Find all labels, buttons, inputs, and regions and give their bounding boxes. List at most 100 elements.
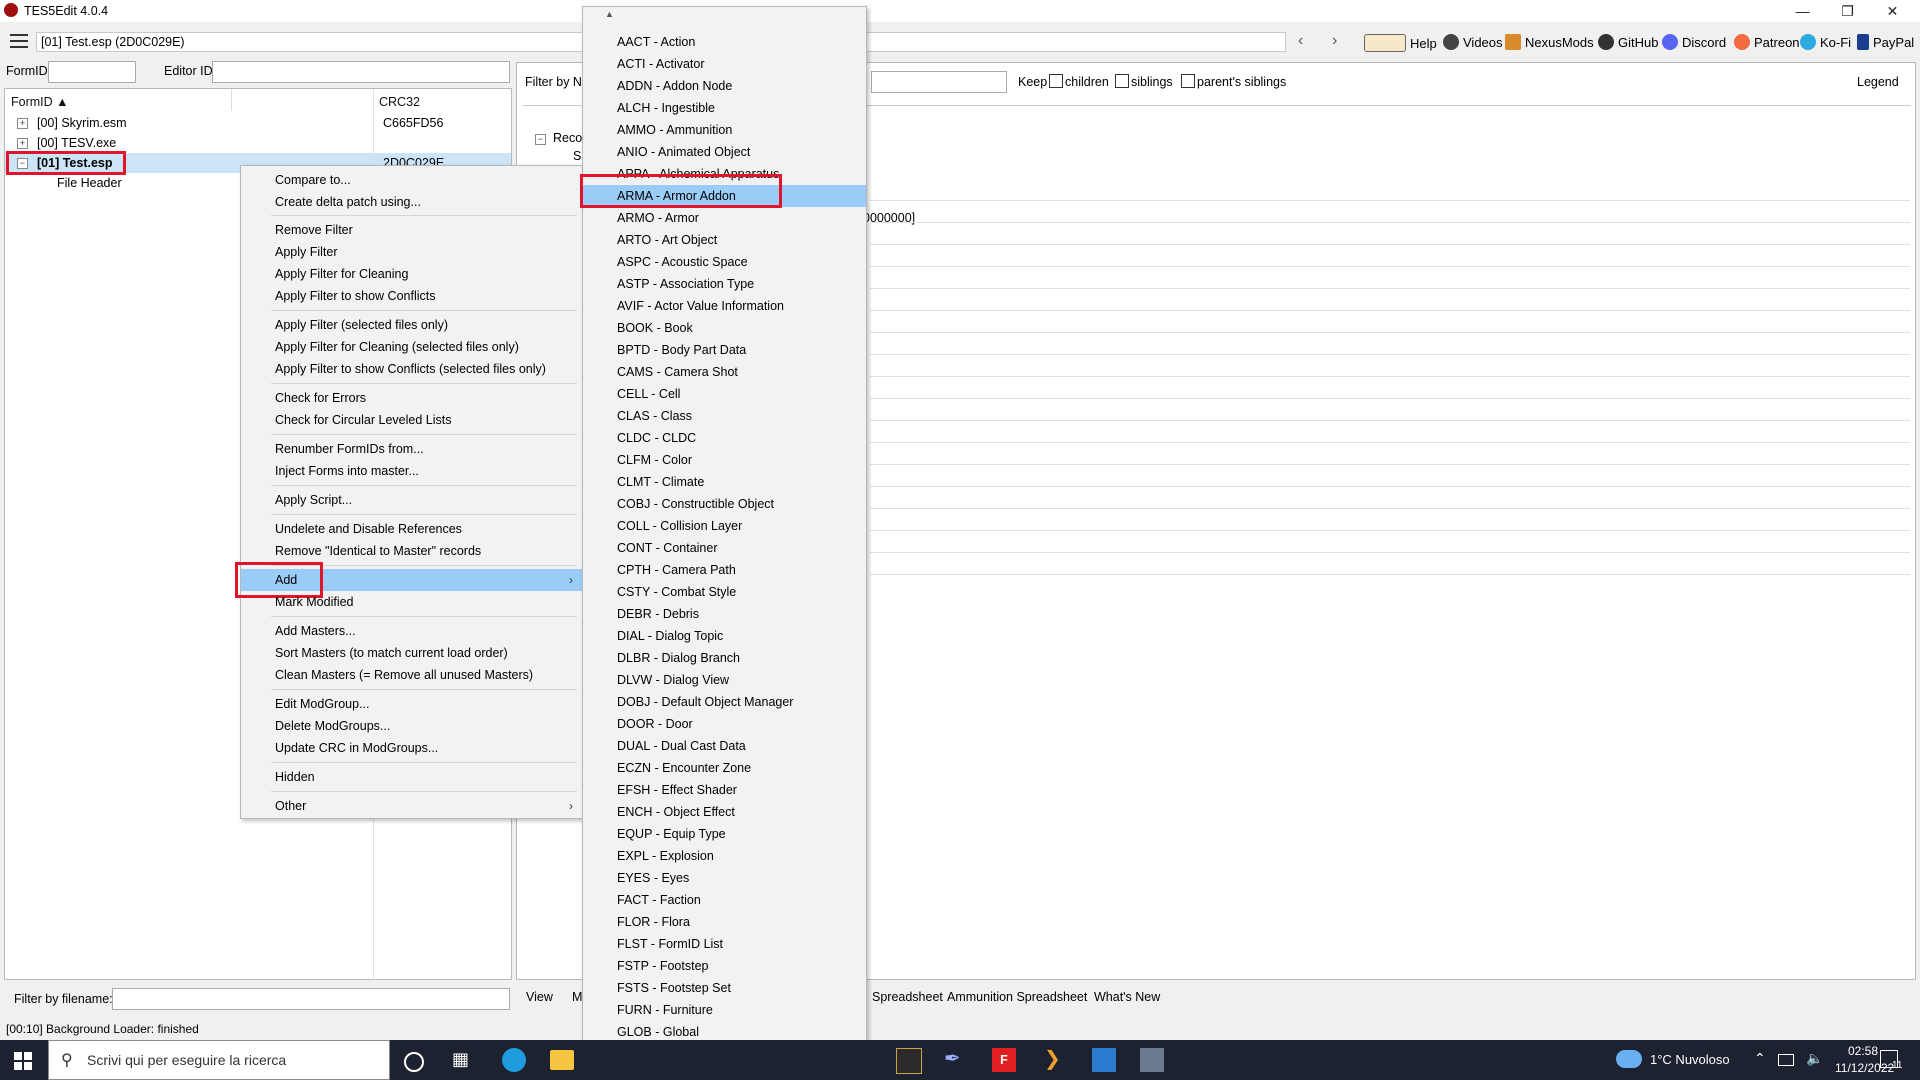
submenu-item[interactable]: DUAL - Dual Cast Data [583, 735, 866, 757]
network-icon[interactable] [1778, 1054, 1794, 1066]
submenu-item[interactable]: DEBR - Debris [583, 603, 866, 625]
submenu-item[interactable]: CLMT - Climate [583, 471, 866, 493]
tab-view[interactable]: View [526, 990, 553, 1004]
submenu-item[interactable]: CLFM - Color [583, 449, 866, 471]
submenu-item[interactable]: CLDC - CLDC [583, 427, 866, 449]
submenu-item[interactable]: ARMO - Armor [583, 207, 866, 229]
menu-item-hidden[interactable]: Hidden [241, 766, 583, 788]
close-button[interactable]: ✕ [1870, 0, 1915, 22]
tree-item[interactable]: File Header [57, 176, 122, 190]
siblings-checkbox[interactable] [1115, 74, 1129, 88]
kofi-link[interactable]: Ko-Fi [1800, 34, 1851, 50]
submenu-item[interactable]: EQUP - Equip Type [583, 823, 866, 845]
app-icon-1[interactable] [896, 1048, 922, 1074]
menu-item-undelete[interactable]: Undelete and Disable References [241, 518, 583, 540]
submenu-item[interactable]: DIAL - Dialog Topic [583, 625, 866, 647]
submenu-item[interactable]: AMMO - Ammunition [583, 119, 866, 141]
submenu-item[interactable]: DOOR - Door [583, 713, 866, 735]
formid-input[interactable] [48, 61, 136, 83]
menu-item-delta-patch[interactable]: Create delta patch using... [241, 191, 583, 213]
app-icon-4[interactable]: ❯ [1044, 1046, 1068, 1070]
windows-start-icon[interactable] [14, 1052, 32, 1070]
menu-item-check-errors[interactable]: Check for Errors [241, 387, 583, 409]
submenu-item[interactable]: FURN - Furniture [583, 999, 866, 1021]
tab-m[interactable]: M [572, 990, 582, 1004]
menu-item-check-circular[interactable]: Check for Circular Leveled Lists [241, 409, 583, 431]
menu-item-other[interactable]: Other › [241, 795, 583, 817]
menu-item-mark-modified[interactable]: Mark Modified [241, 591, 583, 613]
submenu-item[interactable]: CELL - Cell [583, 383, 866, 405]
submenu-item[interactable]: CLAS - Class [583, 405, 866, 427]
submenu-item[interactable]: CSTY - Combat Style [583, 581, 866, 603]
restore-button[interactable]: ❐ [1825, 0, 1870, 22]
scroll-up-icon[interactable]: ▲ [605, 9, 614, 19]
submenu-item[interactable]: ASTP - Association Type [583, 273, 866, 295]
weather-text[interactable]: 1°C Nuvoloso [1650, 1052, 1730, 1067]
expand-icon[interactable]: + [17, 118, 28, 129]
children-checkbox[interactable] [1049, 74, 1063, 88]
submenu-item[interactable]: ASPC - Acoustic Space [583, 251, 866, 273]
submenu-item[interactable]: ARTO - Art Object [583, 229, 866, 251]
submenu-item[interactable]: BPTD - Body Part Data [583, 339, 866, 361]
edge-icon[interactable] [502, 1048, 526, 1072]
submenu-item[interactable]: DOBJ - Default Object Manager [583, 691, 866, 713]
menu-item-apply-filter[interactable]: Apply Filter [241, 241, 583, 263]
app-icon-5[interactable] [1092, 1048, 1116, 1072]
col-crc-header[interactable]: CRC32 [379, 95, 420, 109]
menu-item-filter-conflicts[interactable]: Apply Filter to show Conflicts [241, 285, 583, 307]
tab-spreadsheet[interactable]: Spreadsheet [872, 990, 943, 1004]
submenu-item[interactable]: FLST - FormID List [583, 933, 866, 955]
cortana-icon[interactable] [404, 1052, 424, 1072]
menu-icon[interactable] [10, 34, 28, 48]
submenu-item[interactable]: FACT - Faction [583, 889, 866, 911]
submenu-item[interactable]: EXPL - Explosion [583, 845, 866, 867]
menu-item-filter-selected[interactable]: Apply Filter (selected files only) [241, 314, 583, 336]
menu-item-edit-modgroup[interactable]: Edit ModGroup... [241, 693, 583, 715]
file-explorer-icon[interactable] [550, 1050, 574, 1070]
app-icon-3[interactable]: F [992, 1048, 1016, 1072]
help-link[interactable]: Help [1364, 34, 1437, 52]
submenu-item[interactable]: EYES - Eyes [583, 867, 866, 889]
submenu-item[interactable]: CPTH - Camera Path [583, 559, 866, 581]
app-icon-6[interactable] [1140, 1048, 1164, 1072]
submenu-item[interactable]: AVIF - Actor Value Information [583, 295, 866, 317]
submenu-item[interactable]: ADDN - Addon Node [583, 75, 866, 97]
submenu-item[interactable]: AACT - Action [583, 31, 866, 53]
weather-icon[interactable] [1616, 1050, 1642, 1068]
menu-item-sort-masters[interactable]: Sort Masters (to match current load orde… [241, 642, 583, 664]
expand-icon[interactable]: + [17, 138, 28, 149]
discord-link[interactable]: Discord [1662, 34, 1726, 50]
submenu-item[interactable]: EFSH - Effect Shader [583, 779, 866, 801]
submenu-item[interactable]: FSTS - Footstep Set [583, 977, 866, 999]
submenu-item[interactable]: DLVW - Dialog View [583, 669, 866, 691]
submenu-item[interactable]: COLL - Collision Layer [583, 515, 866, 537]
submenu-item[interactable]: CAMS - Camera Shot [583, 361, 866, 383]
filter-filename-input[interactable] [112, 988, 510, 1010]
menu-item-renumber[interactable]: Renumber FormIDs from... [241, 438, 583, 460]
collapse-icon[interactable]: − [535, 134, 546, 145]
github-link[interactable]: GitHub [1598, 34, 1658, 50]
menu-item-filter-cleaning-selected[interactable]: Apply Filter for Cleaning (selected file… [241, 336, 583, 358]
menu-item-clean-masters[interactable]: Clean Masters (= Remove all unused Maste… [241, 664, 583, 686]
tray-chevron-icon[interactable]: ⌃ [1754, 1050, 1766, 1067]
submenu-item[interactable]: ALCH - Ingestible [583, 97, 866, 119]
paypal-link[interactable]: PayPal [1857, 34, 1914, 50]
patreon-link[interactable]: Patreon [1734, 34, 1800, 50]
legend-button[interactable]: Legend [1857, 75, 1899, 89]
tree-item[interactable]: [00] TESV.exe [37, 136, 116, 150]
submenu-item[interactable]: ECZN - Encounter Zone [583, 757, 866, 779]
menu-item-compare[interactable]: Compare to... [241, 169, 583, 191]
submenu-item[interactable]: BOOK - Book [583, 317, 866, 339]
tab-ammunition-spreadsheet[interactable]: Ammunition Spreadsheet [947, 990, 1087, 1004]
filter-name-input[interactable] [871, 71, 1007, 93]
parents-siblings-checkbox[interactable] [1181, 74, 1195, 88]
menu-item-update-crc[interactable]: Update CRC in ModGroups... [241, 737, 583, 759]
tab-whats-new[interactable]: What's New [1094, 990, 1160, 1004]
submenu-item[interactable]: CONT - Container [583, 537, 866, 559]
submenu-item[interactable]: FSTP - Footstep [583, 955, 866, 977]
app-icon-2[interactable]: ✒ [944, 1046, 968, 1070]
submenu-item[interactable]: COBJ - Constructible Object [583, 493, 866, 515]
editorid-input[interactable] [212, 61, 510, 83]
menu-item-filter-conflicts-selected[interactable]: Apply Filter to show Conflicts (selected… [241, 358, 583, 380]
submenu-item[interactable]: ENCH - Object Effect [583, 801, 866, 823]
